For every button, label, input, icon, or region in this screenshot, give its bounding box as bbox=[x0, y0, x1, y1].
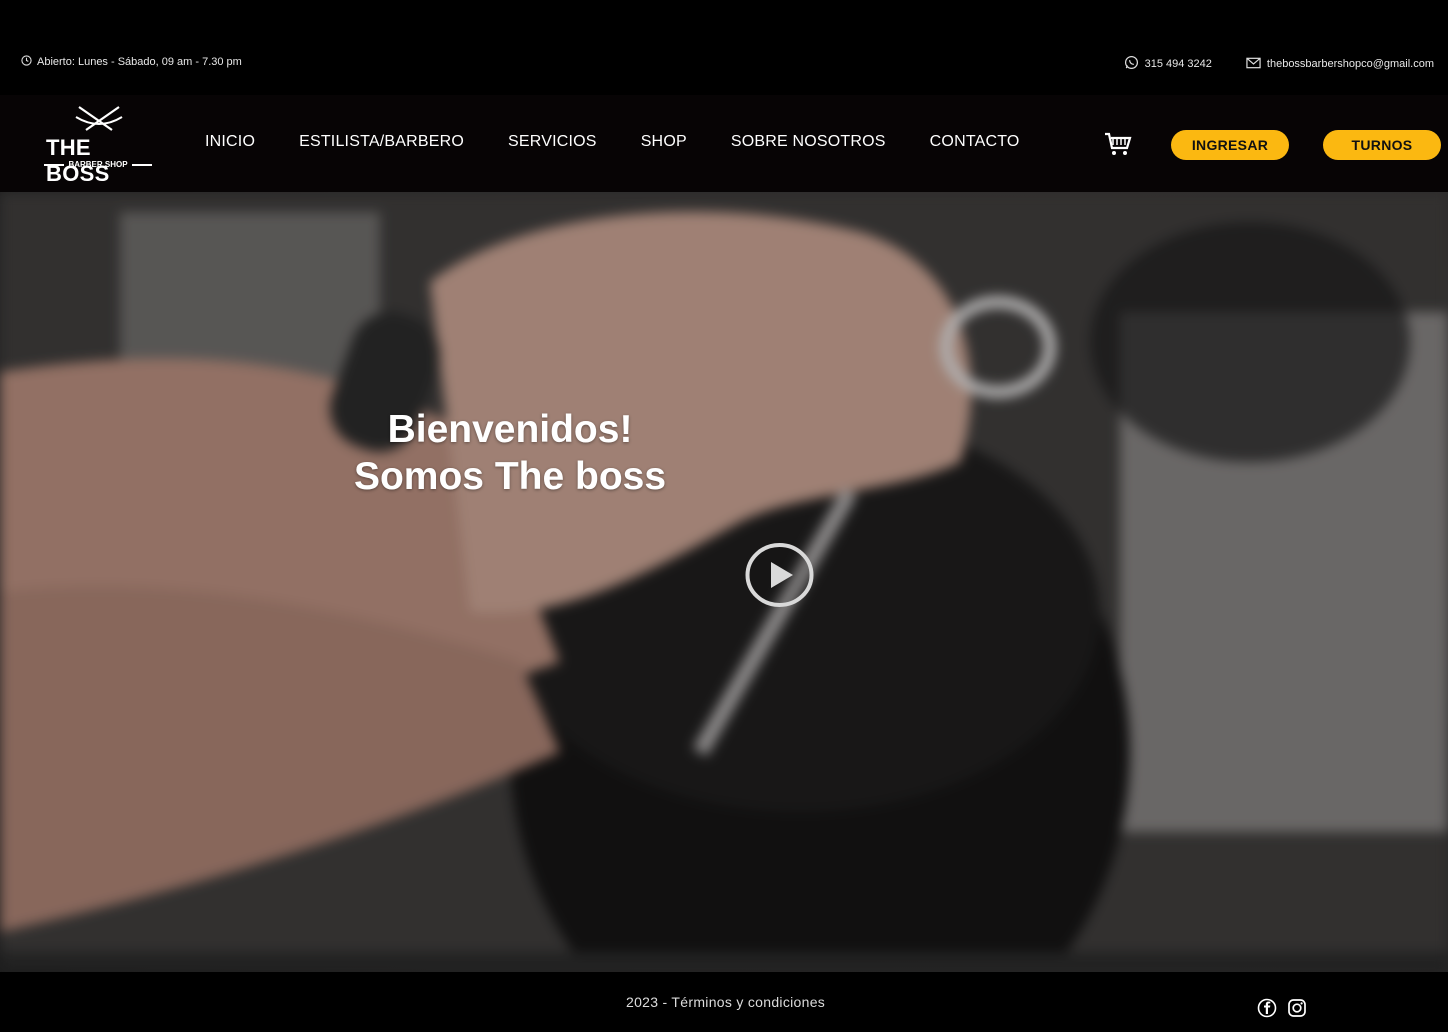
social-links bbox=[1257, 998, 1307, 1023]
email-contact[interactable]: thebossbarbershopco@gmail.com bbox=[1246, 57, 1434, 72]
nav-item-servicios[interactable]: SERVICIOS bbox=[508, 133, 597, 151]
hero-video[interactable]: Bienvenidos! Somos The boss bbox=[0, 192, 1448, 972]
page-footer: 2023 - Términos y condiciones bbox=[0, 972, 1448, 1032]
nav-item-estilista-barbero[interactable]: ESTILISTA/BARBERO bbox=[299, 133, 464, 151]
mail-icon bbox=[1246, 57, 1261, 72]
nav-item-inicio[interactable]: INICIO bbox=[205, 133, 255, 151]
hero-overlay bbox=[0, 192, 1448, 972]
clock-icon bbox=[21, 55, 32, 69]
appointments-button[interactable]: TURNOS bbox=[1323, 130, 1441, 160]
nav-menu: INICIO ESTILISTA/BARBERO SERVICIOS SHOP … bbox=[205, 133, 1020, 151]
hero-headline: Bienvenidos! Somos The boss bbox=[300, 406, 720, 500]
footer-copyright[interactable]: 2023 - Términos y condiciones bbox=[626, 994, 825, 1010]
opening-hours: Abierto: Lunes - Sábado, 09 am - 7.30 pm bbox=[21, 55, 242, 69]
tagline-divider-left bbox=[44, 163, 65, 166]
phone-contact[interactable]: 315 494 3242 bbox=[1124, 55, 1212, 73]
contact-info: 315 494 3242 thebossbarbershopco@gmail.c… bbox=[1124, 55, 1434, 73]
phone-number: 315 494 3242 bbox=[1144, 58, 1212, 70]
main-navbar: THE BOSS BARBER SHOP INICIO ESTILISTA/BA… bbox=[0, 95, 1448, 192]
scissors-icon bbox=[75, 106, 123, 131]
nav-item-sobre-nosotros[interactable]: SOBRE NOSOTROS bbox=[731, 133, 886, 151]
tagline-divider-right bbox=[131, 163, 152, 166]
instagram-icon[interactable] bbox=[1287, 998, 1307, 1023]
cart-icon[interactable] bbox=[1104, 131, 1132, 162]
brand-tagline-text: BARBER SHOP bbox=[68, 160, 128, 169]
opening-hours-text: Abierto: Lunes - Sábado, 09 am - 7.30 pm bbox=[37, 56, 242, 68]
top-info-bar: Abierto: Lunes - Sábado, 09 am - 7.30 pm… bbox=[0, 0, 1448, 95]
whatsapp-icon bbox=[1124, 55, 1139, 73]
email-address: thebossbarbershopco@gmail.com bbox=[1266, 58, 1434, 70]
hero-line-1: Bienvenidos! bbox=[387, 408, 633, 451]
nav-item-contacto[interactable]: CONTACTO bbox=[930, 133, 1020, 151]
play-icon[interactable] bbox=[744, 542, 815, 608]
brand-tagline: BARBER SHOP bbox=[44, 160, 152, 169]
nav-item-shop[interactable]: SHOP bbox=[641, 133, 687, 151]
hero-line-2: Somos The boss bbox=[353, 455, 667, 498]
facebook-icon[interactable] bbox=[1257, 998, 1277, 1023]
login-button[interactable]: INGRESAR bbox=[1171, 130, 1289, 160]
brand-logo[interactable]: THE BOSS BARBER SHOP bbox=[44, 103, 156, 186]
